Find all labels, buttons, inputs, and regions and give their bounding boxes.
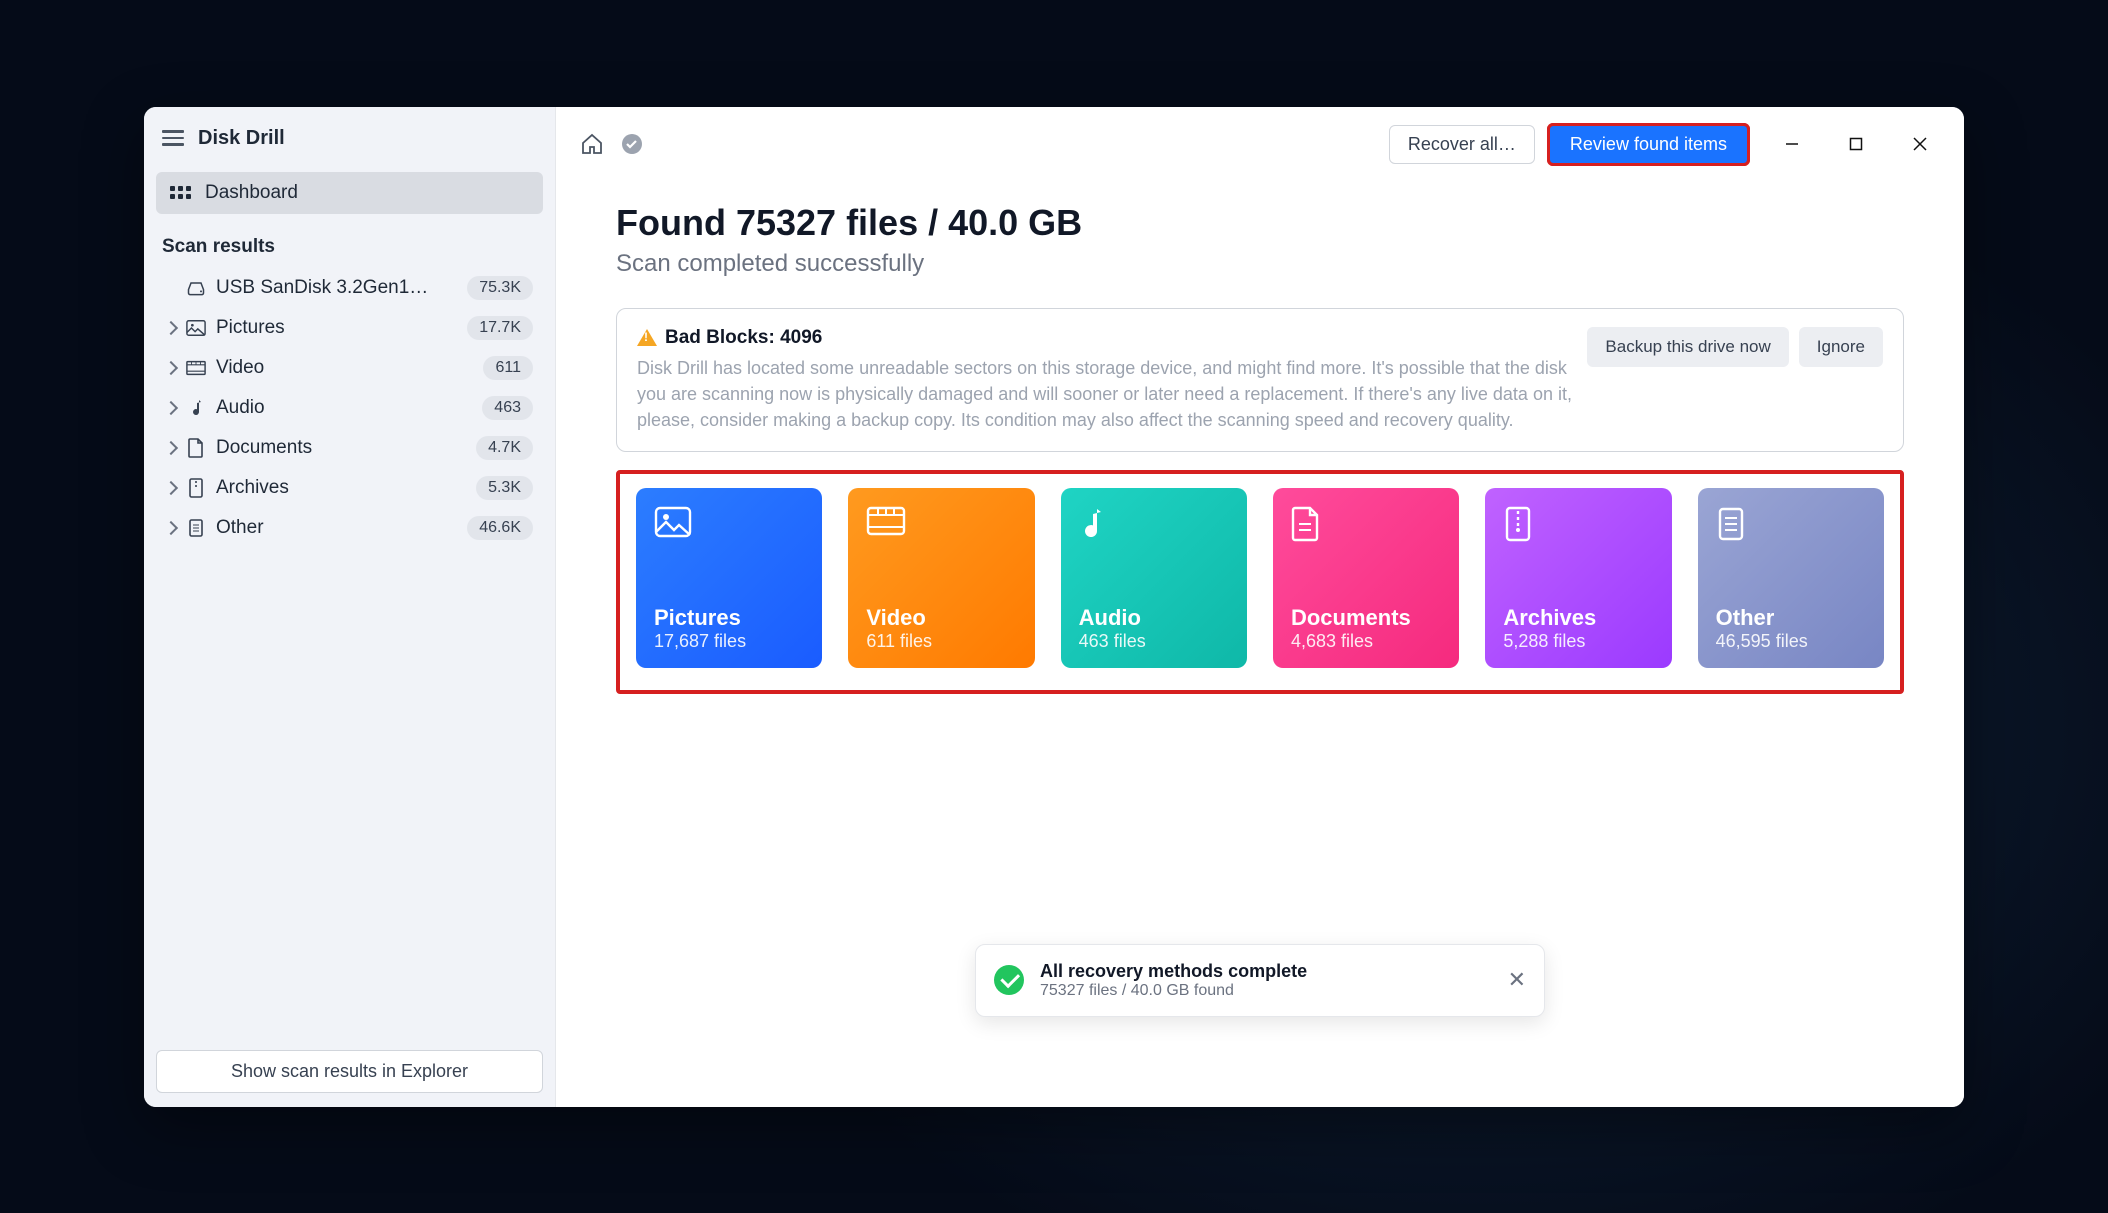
app-window: Disk Drill Dashboard Scan results USB Sa… <box>144 107 1964 1107</box>
sidebar-item-label: Pictures <box>216 317 457 339</box>
sidebar-tree: USB SanDisk 3.2Gen1… 75.3K Pictures 17.7… <box>144 268 555 1036</box>
chevron-right-icon <box>164 320 178 334</box>
tile-pictures[interactable]: Pictures17,687 files <box>636 488 822 668</box>
audio-icon <box>1079 506 1229 538</box>
device-label: USB SanDisk 3.2Gen1… <box>216 277 457 299</box>
sidebar-item-documents[interactable]: Documents 4.7K <box>156 428 543 468</box>
tile-documents[interactable]: Documents4,683 files <box>1273 488 1459 668</box>
sidebar-item-pictures[interactable]: Pictures 17.7K <box>156 308 543 348</box>
tile-count: 5,288 files <box>1503 631 1653 652</box>
results-heading: Found 75327 files / 40.0 GB <box>616 202 1904 244</box>
drive-icon <box>186 280 206 296</box>
sidebar-item-video[interactable]: Video 611 <box>156 348 543 388</box>
backup-drive-button[interactable]: Backup this drive now <box>1587 327 1788 367</box>
alert-title: Bad Blocks: 4096 <box>637 327 1573 349</box>
sidebar-section-title: Scan results <box>144 214 555 268</box>
warning-icon <box>637 329 657 346</box>
ignore-button[interactable]: Ignore <box>1799 327 1883 367</box>
dashboard-label: Dashboard <box>205 182 298 204</box>
minimize-button[interactable] <box>1770 128 1814 160</box>
video-icon <box>186 360 206 376</box>
category-tiles: Pictures17,687 files Video611 files Audi… <box>616 470 1904 694</box>
chevron-right-icon <box>164 360 178 374</box>
picture-icon <box>186 319 206 337</box>
tile-name: Documents <box>1291 605 1441 631</box>
dashboard-icon <box>170 186 191 199</box>
recover-all-button[interactable]: Recover all… <box>1389 125 1535 164</box>
tile-audio[interactable]: Audio463 files <box>1061 488 1247 668</box>
count-badge: 4.7K <box>476 436 533 460</box>
chevron-right-icon <box>164 520 178 534</box>
device-badge: 75.3K <box>467 276 533 300</box>
home-icon[interactable] <box>578 130 606 158</box>
tile-count: 611 files <box>866 631 1016 652</box>
tile-count: 4,683 files <box>1291 631 1441 652</box>
close-icon[interactable]: ✕ <box>1508 967 1526 993</box>
chevron-right-icon <box>164 480 178 494</box>
alert-title-text: Bad Blocks: 4096 <box>665 327 822 349</box>
toast-subtitle: 75327 files / 40.0 GB found <box>1040 982 1307 1000</box>
other-icon <box>1716 506 1866 538</box>
sidebar-item-other[interactable]: Other 46.6K <box>156 508 543 548</box>
completion-toast: All recovery methods complete 75327 file… <box>975 944 1545 1017</box>
sidebar-footer: Show scan results in Explorer <box>144 1036 555 1107</box>
sidebar-item-archives[interactable]: Archives 5.3K <box>156 468 543 508</box>
tile-name: Archives <box>1503 605 1653 631</box>
sidebar-device-row[interactable]: USB SanDisk 3.2Gen1… 75.3K <box>156 268 543 308</box>
document-icon <box>186 438 206 458</box>
audio-icon <box>186 398 206 418</box>
count-badge: 5.3K <box>476 476 533 500</box>
count-badge: 17.7K <box>467 316 533 340</box>
sidebar-item-label: Video <box>216 357 473 379</box>
main-panel: Recover all… Review found items Found 75… <box>556 107 1964 1107</box>
tile-count: 463 files <box>1079 631 1229 652</box>
sidebar-item-dashboard[interactable]: Dashboard <box>156 172 543 214</box>
tile-archives[interactable]: Archives5,288 files <box>1485 488 1671 668</box>
toast-title: All recovery methods complete <box>1040 961 1307 982</box>
alert-body: Disk Drill has located some unreadable s… <box>637 355 1573 433</box>
count-badge: 46.6K <box>467 516 533 540</box>
check-badge-icon[interactable] <box>618 130 646 158</box>
tile-video[interactable]: Video611 files <box>848 488 1034 668</box>
chevron-right-icon <box>164 440 178 454</box>
hamburger-icon[interactable] <box>162 130 184 146</box>
sidebar: Disk Drill Dashboard Scan results USB Sa… <box>144 107 556 1107</box>
document-icon <box>1291 506 1441 538</box>
picture-icon <box>654 506 804 538</box>
tile-other[interactable]: Other46,595 files <box>1698 488 1884 668</box>
content-area: Found 75327 files / 40.0 GB Scan complet… <box>556 182 1964 1107</box>
sidebar-item-label: Audio <box>216 397 472 419</box>
tile-count: 17,687 files <box>654 631 804 652</box>
count-badge: 463 <box>482 396 533 420</box>
chevron-right-icon <box>164 400 178 414</box>
video-icon <box>866 506 1016 538</box>
results-subheading: Scan completed successfully <box>616 250 1904 278</box>
sidebar-header: Disk Drill <box>144 107 555 164</box>
show-in-explorer-button[interactable]: Show scan results in Explorer <box>156 1050 543 1093</box>
review-found-items-button[interactable]: Review found items <box>1547 123 1750 166</box>
tile-name: Audio <box>1079 605 1229 631</box>
sidebar-item-label: Documents <box>216 437 466 459</box>
tile-name: Video <box>866 605 1016 631</box>
titlebar: Recover all… Review found items <box>556 107 1964 182</box>
tile-count: 46,595 files <box>1716 631 1866 652</box>
sidebar-item-label: Archives <box>216 477 466 499</box>
sidebar-item-label: Other <box>216 517 457 539</box>
count-badge: 611 <box>483 356 533 380</box>
tile-name: Pictures <box>654 605 804 631</box>
sidebar-item-audio[interactable]: Audio 463 <box>156 388 543 428</box>
bad-blocks-alert: Bad Blocks: 4096 Disk Drill has located … <box>616 308 1904 452</box>
other-icon <box>186 518 206 538</box>
maximize-button[interactable] <box>1834 128 1878 160</box>
archive-icon <box>186 478 206 498</box>
close-button[interactable] <box>1898 128 1942 160</box>
tile-name: Other <box>1716 605 1866 631</box>
app-title: Disk Drill <box>198 127 285 150</box>
check-circle-icon <box>994 965 1024 995</box>
archive-icon <box>1503 506 1653 538</box>
